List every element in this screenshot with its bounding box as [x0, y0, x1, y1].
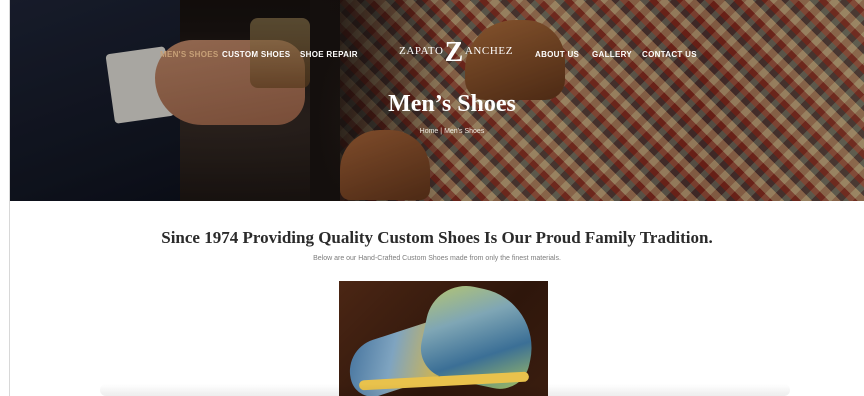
nav-about-us[interactable]: ABOUT US [535, 50, 579, 59]
nav-shoe-repair[interactable]: SHOE REPAIR [300, 50, 358, 59]
product-image-custom-shoes[interactable] [339, 281, 548, 396]
content-card-shadow [100, 384, 790, 396]
nav-mens-shoes[interactable]: MEN'S SHOES [160, 50, 219, 59]
logo-mark: Z [444, 37, 464, 68]
breadcrumb-home[interactable]: Home [420, 128, 439, 135]
breadcrumb: Home | Men's Shoes [10, 128, 864, 135]
hero-banner: MEN'S SHOES CUSTOM SHOES SHOE REPAIR ZAP… [10, 0, 864, 201]
nav-contact-us[interactable]: CONTACT US [642, 50, 697, 59]
section-headline: Since 1974 Providing Quality Custom Shoe… [161, 228, 713, 247]
page-edge [0, 0, 10, 396]
nav-custom-shoes[interactable]: CUSTOM SHOES [222, 50, 290, 59]
site-logo[interactable]: ZAPATO Z ANCHEZ [399, 36, 514, 68]
section-subline: Below are our Hand-Crafted Custom Shoes … [313, 255, 561, 262]
breadcrumb-current: Men's Shoes [444, 128, 485, 135]
breadcrumb-separator: | [440, 128, 443, 135]
logo-text-left: ZAPATO [399, 45, 444, 57]
page-title: Men’s Shoes [388, 91, 516, 117]
logo-text-right: ANCHEZ [464, 45, 514, 57]
nav-gallery[interactable]: GALLERY [592, 50, 632, 59]
